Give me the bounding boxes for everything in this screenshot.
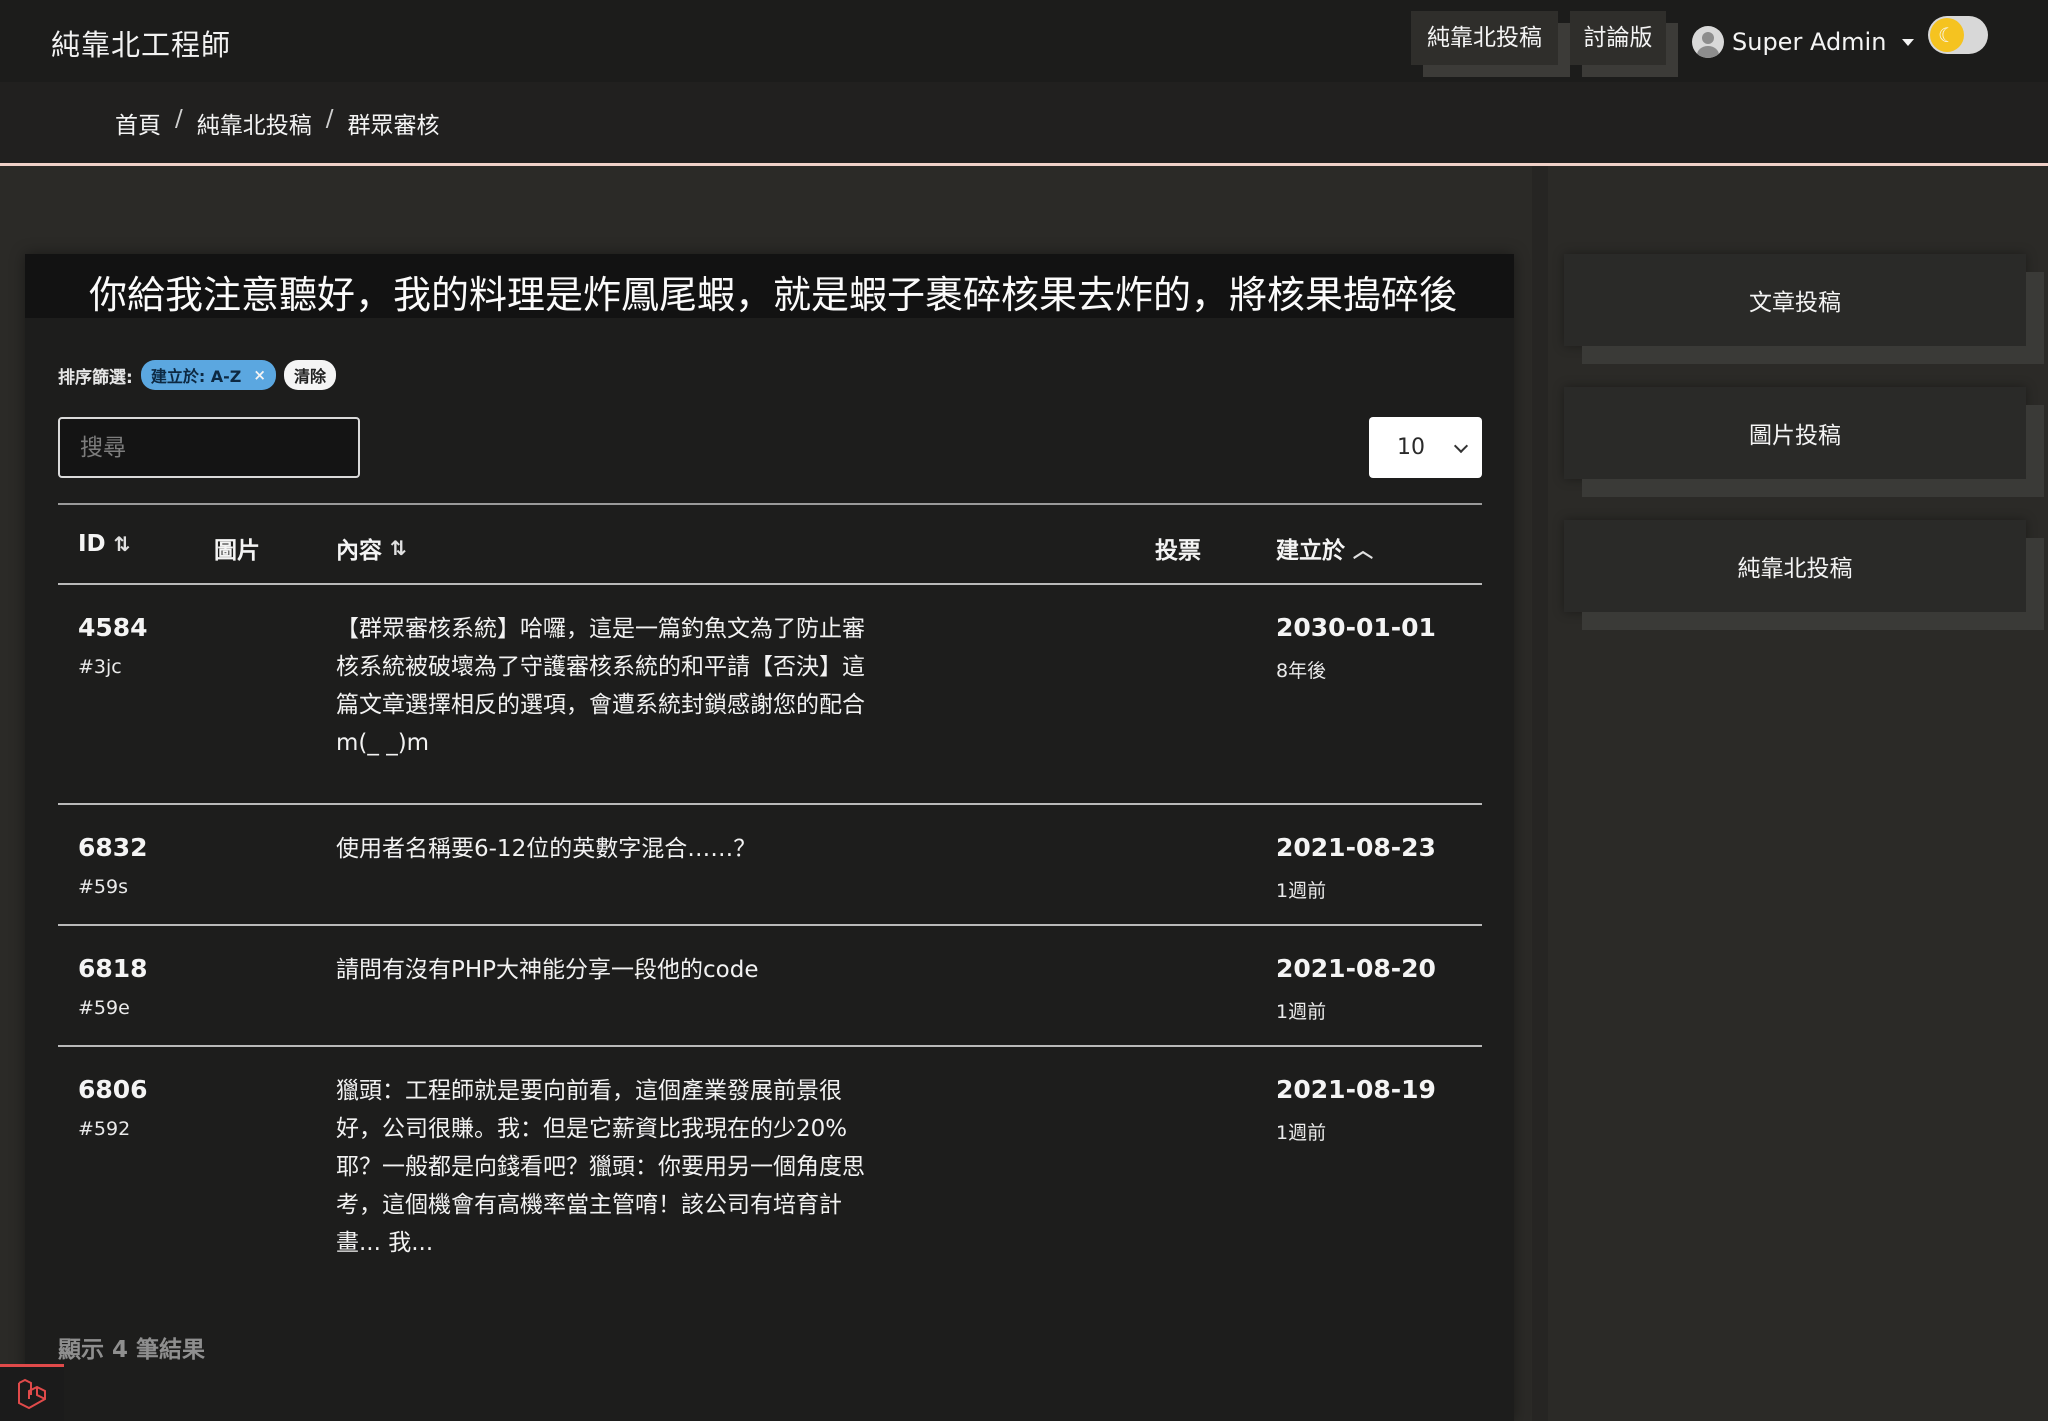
breadcrumb-home[interactable]: 首頁 — [115, 106, 161, 140]
column-header-image: 圖片 — [214, 531, 260, 565]
cell-id: 4584 #3jc — [78, 613, 148, 678]
per-page-value: 10 — [1397, 435, 1425, 460]
column-header-votes: 投票 — [1155, 531, 1201, 565]
review-card: 你給我注意聽好，我的料理是炸鳳尾蝦，就是蝦子裹碎核果去炸的，將核果搗碎後 排序篩… — [25, 254, 1514, 1421]
column-gap — [1532, 166, 1548, 1421]
nav-link-submissions[interactable]: 純靠北投稿 — [1411, 11, 1558, 65]
row-hash: #59e — [78, 997, 130, 1019]
column-header-label: 圖片 — [214, 538, 260, 564]
column-header-label: 建立於 — [1276, 538, 1345, 564]
search-input[interactable] — [58, 417, 360, 478]
breadcrumb-submissions[interactable]: 純靠北投稿 — [197, 106, 312, 140]
row-content: 使用者名稱要6-12位的英數字混合……？ — [336, 836, 757, 862]
cell-created-at: 2021-08-20 1週前 — [1276, 954, 1436, 1024]
avatar — [1692, 26, 1724, 58]
table-row[interactable]: 6818 #59e 請問有沒有PHP大神能分享一段他的code 2021-08-… — [58, 926, 1482, 1047]
cell-id: 6832 #59s — [78, 833, 148, 898]
row-content: 【群眾審核系統】哈囉，這是一篇釣魚文為了防止審核系統被破壞為了守護審核系統的和平… — [336, 616, 865, 756]
sort-both-icon: ⇅ — [390, 536, 407, 560]
submissions-table: ID ⇅ 圖片 內容 ⇅ 投票 建立於 ︿ 4584 #3jc 【群眾審核系統】… — [58, 503, 1482, 1287]
top-navbar: 純靠北工程師 純靠北投稿 討論版 Super Admin ☾ — [0, 0, 2048, 82]
row-hash: #59s — [78, 876, 128, 898]
active-sort-chip-label: 建立於: A-Z — [150, 367, 242, 386]
row-hash: #592 — [78, 1118, 131, 1140]
row-relative-time: 1週前 — [1276, 1122, 1327, 1144]
breadcrumb-bar: 首頁 / 純靠北投稿 / 群眾審核 — [0, 82, 2048, 166]
row-relative-time: 1週前 — [1276, 880, 1327, 902]
table-header: ID ⇅ 圖片 內容 ⇅ 投票 建立於 ︿ — [58, 503, 1482, 585]
nav-link-forum[interactable]: 討論版 — [1570, 11, 1666, 65]
close-icon[interactable]: × — [253, 366, 266, 384]
column-header-label: 投票 — [1155, 538, 1201, 564]
row-hash: #3jc — [78, 656, 122, 678]
row-date: 2030-01-01 — [1276, 613, 1436, 642]
breadcrumb-current: 群眾審核 — [347, 113, 440, 139]
cell-created-at: 2030-01-01 8年後 — [1276, 613, 1436, 683]
per-page-select[interactable]: 10 — [1369, 417, 1482, 478]
clear-filters-button[interactable]: 清除 — [284, 360, 337, 390]
column-header-content[interactable]: 內容 ⇅ — [336, 531, 407, 565]
sort-asc-icon: ︿ — [1353, 537, 1373, 562]
user-menu[interactable]: Super Admin — [1692, 22, 1915, 62]
column-header-label: 內容 — [336, 538, 382, 564]
breadcrumb-separator: / — [325, 106, 334, 132]
theme-toggle[interactable]: ☾ — [1928, 16, 1988, 54]
moon-icon: ☾ — [1930, 18, 1964, 52]
laravel-logo-icon[interactable] — [0, 1364, 64, 1421]
chevron-down-icon — [1453, 438, 1469, 454]
row-id: 6832 — [78, 833, 148, 862]
table-row[interactable]: 6806 #592 獵頭：工程師就是要向前看，這個產業發展前景很好，公司很賺。我… — [58, 1047, 1482, 1287]
row-content: 獵頭：工程師就是要向前看，這個產業發展前景很好，公司很賺。我：但是它薪資比我現在… — [336, 1078, 865, 1256]
row-date: 2021-08-20 — [1276, 954, 1436, 983]
row-relative-time: 8年後 — [1276, 660, 1327, 682]
user-name: Super Admin — [1732, 28, 1887, 56]
breadcrumb: 首頁 / 純靠北投稿 / 群眾審核 — [115, 106, 440, 140]
sort-filter-label: 排序篩選: — [58, 367, 133, 388]
row-id: 6818 — [78, 954, 148, 983]
row-date: 2021-08-23 — [1276, 833, 1436, 862]
article-submit-button[interactable]: 文章投稿 — [1564, 254, 2026, 346]
caret-down-icon — [1902, 38, 1915, 46]
cell-id: 6806 #592 — [78, 1075, 148, 1140]
kaobei-submit-button[interactable]: 純靠北投稿 — [1564, 520, 2026, 612]
column-header-created-at[interactable]: 建立於 ︿ — [1276, 531, 1373, 565]
table-row[interactable]: 6832 #59s 使用者名稱要6-12位的英數字混合……？ 2021-08-2… — [58, 805, 1482, 926]
cell-id: 6818 #59e — [78, 954, 148, 1019]
row-date: 2021-08-19 — [1276, 1075, 1436, 1104]
row-id: 6806 — [78, 1075, 148, 1104]
sort-filter: 排序篩選: 建立於: A-Z × 清除 — [58, 360, 337, 390]
cell-created-at: 2021-08-19 1週前 — [1276, 1075, 1436, 1145]
row-id: 4584 — [78, 613, 148, 642]
column-header-label: ID — [78, 531, 106, 557]
table-row[interactable]: 4584 #3jc 【群眾審核系統】哈囉，這是一篇釣魚文為了防止審核系統被破壞為… — [58, 585, 1482, 805]
column-header-id[interactable]: ID ⇅ — [78, 531, 130, 557]
marquee-text: 你給我注意聽好，我的料理是炸鳳尾蝦，就是蝦子裹碎核果去炸的，將核果搗碎後 — [89, 273, 1458, 317]
cell-created-at: 2021-08-23 1週前 — [1276, 833, 1436, 903]
sort-both-icon: ⇅ — [113, 532, 131, 556]
row-relative-time: 1週前 — [1276, 1001, 1327, 1023]
row-content: 請問有沒有PHP大神能分享一段他的code — [336, 957, 759, 983]
breadcrumb-separator: / — [175, 106, 183, 132]
active-sort-chip[interactable]: 建立於: A-Z × — [140, 360, 276, 390]
brand-title[interactable]: 純靠北工程師 — [51, 22, 231, 64]
marquee-banner: 你給我注意聽好，我的料理是炸鳳尾蝦，就是蝦子裹碎核果去炸的，將核果搗碎後 — [25, 254, 1514, 318]
result-count: 顯示 4 筆結果 — [58, 1337, 206, 1363]
image-submit-button[interactable]: 圖片投稿 — [1564, 387, 2026, 479]
